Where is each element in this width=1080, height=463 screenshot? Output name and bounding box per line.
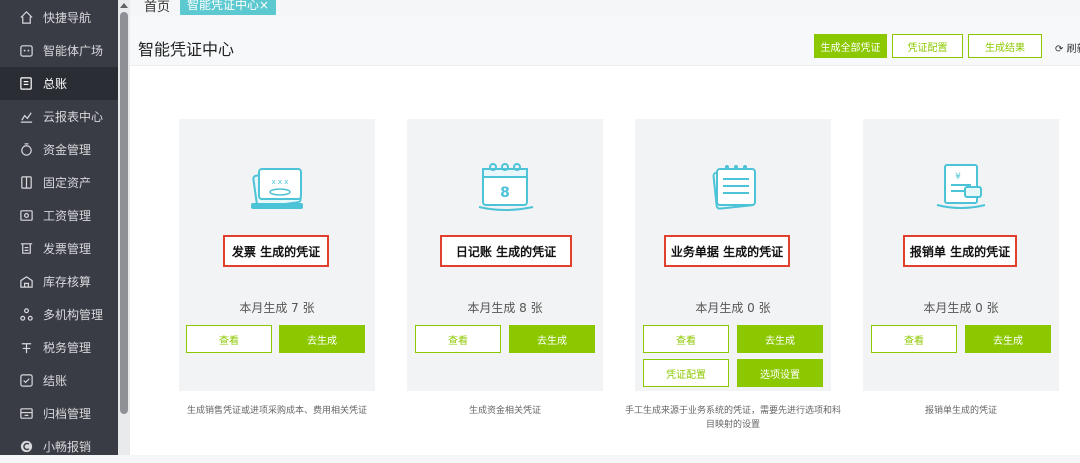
- sidebar-item-invoice[interactable]: 发票管理: [0, 232, 118, 265]
- sidebar-item-label: 小畅报销: [43, 440, 92, 454]
- sidebar-item-ledger[interactable]: 总账: [0, 67, 118, 100]
- sidebar-item-label: 归档管理: [43, 407, 92, 421]
- view-button[interactable]: 查看: [415, 325, 501, 353]
- sidebar-item-cloud-report[interactable]: 云报表中心: [0, 100, 118, 133]
- sidebar-item-inventory[interactable]: 库存核算: [0, 265, 118, 298]
- sidebar-item-multi-org[interactable]: 多机构管理: [0, 298, 118, 331]
- view-button[interactable]: 查看: [186, 325, 272, 353]
- sidebar-item-reimburse[interactable]: 小畅报销: [0, 430, 118, 463]
- main-panel: 智能凭证中心 生成全部凭证 凭证配置 生成结果 ⟳ 刷新 x x x 发票 生成…: [130, 16, 1080, 455]
- sidebar-item-quick-nav[interactable]: 快捷导航: [0, 1, 118, 34]
- voucher-config-button[interactable]: 凭证配置: [892, 34, 963, 58]
- option-settings-button[interactable]: 选项设置: [737, 359, 823, 387]
- invoice-icon: x x x: [251, 168, 303, 209]
- asset-icon: [21, 176, 32, 189]
- reimburse-icon: [20, 440, 33, 453]
- scrollbar-thumb[interactable]: [120, 12, 128, 414]
- document-icon: [712, 165, 756, 210]
- robot-icon: [20, 45, 33, 57]
- home-icon: [20, 11, 33, 24]
- tab-label: 智能凭证中心: [187, 0, 260, 12]
- invoice-voucher-card: x x x 发票 生成的凭证 本月生成 7 张 查看 去生成: [179, 119, 375, 391]
- refresh-icon: ⟳: [1055, 44, 1064, 55]
- sidebar-scrollbar[interactable]: [118, 0, 130, 455]
- page-header: 智能凭证中心 生成全部凭证 凭证配置 生成结果 ⟳ 刷新: [130, 16, 1080, 66]
- sidebar-item-salary[interactable]: 工资管理: [0, 199, 118, 232]
- sidebar-item-label: 结账: [43, 374, 68, 388]
- org-icon: [20, 308, 33, 321]
- salary-icon: [20, 210, 33, 221]
- view-button[interactable]: 查看: [871, 325, 957, 353]
- invoice-icon: [20, 243, 33, 254]
- close-icon[interactable]: ×: [259, 0, 269, 12]
- sidebar-item-label: 智能体广场: [43, 44, 104, 58]
- business-doc-voucher-card: 业务单据 生成的凭证 本月生成 0 张 查看 去生成 凭证配置 选项设置: [635, 119, 831, 391]
- sidebar-item-agent-plaza[interactable]: 智能体广场: [0, 34, 118, 67]
- generate-button[interactable]: 去生成: [737, 325, 823, 353]
- card-description: 生成销售凭证或进项采购成本、费用相关凭证: [186, 406, 367, 416]
- money-icon: [21, 143, 32, 156]
- generate-result-button[interactable]: 生成结果: [968, 34, 1042, 58]
- monthly-count: 本月生成 7 张: [239, 301, 315, 315]
- calendar-icon: 8: [478, 163, 534, 211]
- generate-all-button[interactable]: 生成全部凭证: [814, 34, 887, 58]
- sidebar-item-label: 快捷导航: [43, 11, 92, 25]
- sidebar-item-fund[interactable]: 资金管理: [0, 133, 118, 166]
- generate-button[interactable]: 去生成: [279, 325, 365, 353]
- sidebar-item-label: 多机构管理: [43, 308, 104, 322]
- invoice-voucher-label: 发票 生成的凭证: [223, 235, 329, 267]
- sidebar-item-label: 固定资产: [43, 176, 92, 190]
- ledger-icon: [20, 77, 32, 90]
- chart-icon: [20, 112, 33, 123]
- journal-voucher-label: 日记账 生成的凭证: [440, 235, 572, 267]
- svg-text:x x x: x x x: [272, 178, 289, 186]
- archive-icon: [20, 408, 33, 419]
- scroll-up-icon[interactable]: [120, 3, 128, 8]
- refresh-button[interactable]: ⟳ 刷新: [1055, 40, 1080, 55]
- svg-text:8: 8: [500, 185, 510, 201]
- checkout-icon: [20, 374, 33, 387]
- warehouse-icon: [20, 276, 33, 288]
- tab-home[interactable]: 首页: [144, 0, 170, 15]
- voucher-config-button[interactable]: 凭证配置: [643, 359, 729, 387]
- sidebar-item-label: 税务管理: [43, 341, 92, 355]
- sidebar-item-fixed-asset[interactable]: 固定资产: [0, 166, 118, 199]
- journal-voucher-card: 8 日记账 生成的凭证 本月生成 8 张 查看 去生成: [407, 119, 603, 391]
- tab-bar: 首页 智能凭证中心×: [130, 0, 1080, 16]
- svg-text:¥: ¥: [955, 172, 961, 182]
- sidebar-item-archive[interactable]: 归档管理: [0, 397, 118, 430]
- sidebar-item-label: 发票管理: [43, 242, 92, 256]
- view-button[interactable]: 查看: [643, 325, 729, 353]
- tab-smart-voucher[interactable]: 智能凭证中心×: [180, 0, 277, 15]
- sidebar-item-label: 资金管理: [43, 143, 92, 157]
- tax-icon: [21, 343, 32, 354]
- generate-button[interactable]: 去生成: [965, 325, 1051, 353]
- monthly-count: 本月生成 0 张: [923, 301, 999, 315]
- reimburse-voucher-label: 报销单 生成的凭证: [903, 235, 1017, 267]
- business-doc-voucher-label: 业务单据 生成的凭证: [664, 235, 790, 267]
- card-description: 生成资金相关凭证: [468, 406, 541, 416]
- sidebar-item-label: 总账: [43, 77, 68, 91]
- sidebar-item-checkout[interactable]: 结账: [0, 364, 118, 397]
- page-title: 智能凭证中心: [138, 40, 235, 59]
- card-description: 手工生成来源于业务系统的凭证，需要先进行选项和科目映射的设置: [624, 406, 841, 430]
- receipt-icon: ¥: [936, 164, 986, 209]
- card-description: 报销单生成的凭证: [924, 406, 997, 416]
- generate-button[interactable]: 去生成: [509, 325, 595, 353]
- sidebar-item-label: 云报表中心: [43, 110, 104, 124]
- sidebar-item-label: 工资管理: [43, 209, 92, 223]
- monthly-count: 本月生成 8 张: [467, 301, 543, 315]
- sidebar: 快捷导航 智能体广场 总账 云报表中心 资金管理 固定资产 工资管理 发票管理 …: [0, 0, 118, 455]
- sidebar-item-tax[interactable]: 税务管理: [0, 331, 118, 364]
- refresh-label: 刷新: [1066, 44, 1080, 55]
- reimburse-voucher-card: ¥ 报销单 生成的凭证 本月生成 0 张 查看 去生成: [863, 119, 1059, 391]
- monthly-count: 本月生成 0 张: [695, 301, 771, 315]
- sidebar-item-label: 库存核算: [43, 275, 92, 289]
